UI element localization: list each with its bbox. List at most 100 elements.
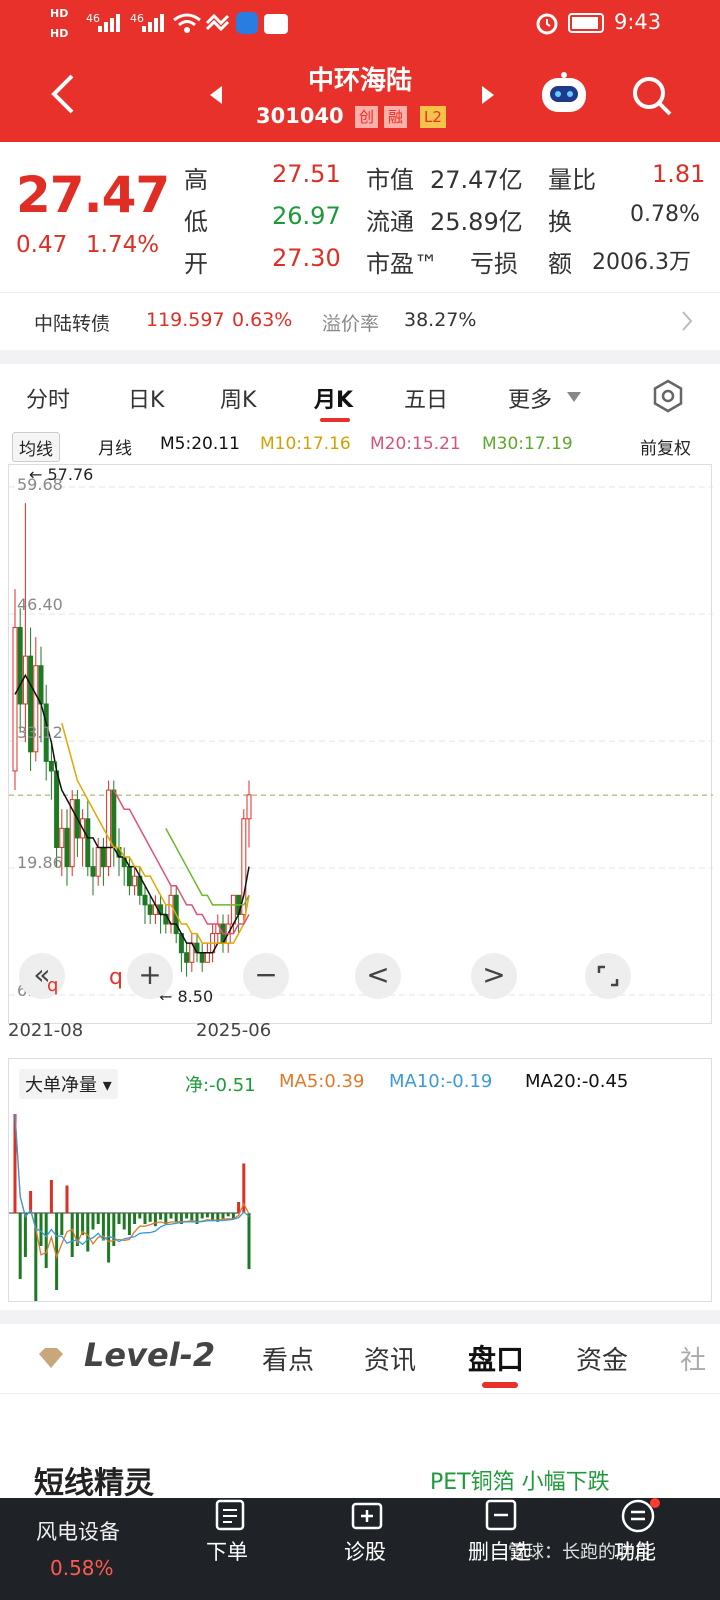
section-gap-2 [0,1310,720,1324]
ma-period: 月线 [98,439,132,459]
ma-m5: M5:20.11 [160,434,240,454]
active-tab-indicator [320,418,350,422]
candle-body [48,760,54,772]
stock-code: 301040 [256,104,344,128]
stock-name: 中环海陆 [307,66,412,96]
net-volume-bar [237,1202,241,1213]
remove-watchlist-icon [485,1499,517,1531]
bond-name: 中陆转债 [34,313,111,335]
nav-diagnose[interactable]: 诊股 [344,1536,386,1566]
pan-left-button[interactable]: < [355,953,401,999]
ma-legend-row: 均线 月线 M5:20.11 M10:17.16 M20:15.21 M30:1… [0,428,720,464]
sector-name[interactable]: 风电设备 [36,1516,120,1546]
candle-body [17,626,23,705]
badge-chuang: 创 [355,106,379,128]
level2-tab[interactable]: Level-2 [84,1336,215,1374]
pan-right-button[interactable]: > [471,953,517,999]
net-volume-bar [200,1213,204,1219]
net-volume-bar [91,1213,95,1230]
kline-chart[interactable]: 59.68 46.40 33.12 19.86 6.58 ← 57.76 ← 8… [8,464,713,1024]
net-volume-bar [148,1213,152,1222]
alarm-icon [536,13,558,35]
net-volume-bar [86,1213,90,1252]
premium-value: 38.27% [404,309,477,331]
search-icon[interactable] [630,74,674,118]
back-icon[interactable] [48,72,78,116]
net-volume-bar [190,1213,194,1221]
link-icon [205,13,230,32]
net-volume-bar [211,1213,215,1220]
net-volume-bar [23,1213,27,1257]
candle-body [12,626,18,772]
settings-hexagon-icon[interactable] [650,378,686,414]
prev-stock-icon[interactable] [206,84,226,106]
price-change: 0.47 [16,232,68,258]
amount-value: 2006.3万 [592,250,691,275]
float-value: 25.89亿 [430,208,523,236]
net-volume-bar [226,1213,230,1217]
wifi-icon [173,13,201,33]
tab-five-day[interactable]: 五日 [404,382,448,414]
next-stock-icon[interactable] [478,84,498,106]
indicator-panel: 大单净量 ▾ 净:-0.51 MA5:0.39 MA10:-0.19 MA20:… [8,1058,712,1302]
zoom-minus-button[interactable]: − [243,953,289,999]
candle-body [204,952,210,963]
candle-body [132,875,138,887]
net-volume-bar [60,1213,64,1235]
ma-type-selector[interactable]: 均线 [12,432,60,462]
candle-body [22,655,28,705]
tab-community[interactable]: 社 [680,1340,706,1377]
tab-daily-k[interactable]: 日K [128,382,164,414]
hd1-indicator: HD [50,7,69,20]
net-volume-bar [122,1213,126,1230]
low-value: 26.97 [272,202,341,230]
ma20-line [113,789,250,935]
net-volume-bar [96,1213,100,1224]
zoom-in-button[interactable]: + [127,953,173,999]
candle-body [54,770,60,848]
y-label-4: 19.86 [17,853,63,872]
ma-m20: M20:15.21 [370,434,461,454]
q-marker-2: q [109,965,123,990]
signal1-icon [98,14,120,32]
candle-body [199,952,205,963]
tab-highlights[interactable]: 看点 [262,1340,314,1377]
tab-weekly-k[interactable]: 周K [220,382,256,414]
chevron-right-icon [682,311,693,331]
sector-pct: 0.58% [50,1556,114,1580]
short-term-elf-item[interactable]: PET铜箔 小幅下跌 [430,1464,610,1496]
candle-body [106,789,112,868]
net-volume-bar [174,1213,178,1222]
short-term-elf-title[interactable]: 短线精灵 [34,1458,154,1502]
tab-fenshi[interactable]: 分时 [26,382,70,414]
chart-period-tabs: 分时 日K 周K 月K 五日 更多 [0,368,720,424]
app2-notification-icon [264,14,288,34]
fullscreen-button[interactable] [585,953,631,999]
adjust-mode[interactable]: 前复权 [640,434,691,459]
net-volume-bar [18,1213,22,1279]
badge-rong: 融 [384,106,408,128]
open-value: 27.30 [272,244,341,272]
convertible-bond-row[interactable]: 中陆转债 119.597 0.63% 溢价率 38.27% [0,292,720,348]
section-gap [0,350,720,364]
candle-body [85,818,91,868]
candle-body [230,894,236,925]
net-ma10-line [14,1113,250,1246]
y-label-2: 46.40 [17,595,63,614]
net-volume-bar [159,1213,163,1220]
robot-assistant-icon[interactable] [538,70,590,120]
tab-funds[interactable]: 资金 [576,1340,628,1377]
hd2-indicator: HD [50,27,69,40]
volratio-label: 量比 [548,166,596,194]
tab-order-book[interactable]: 盘口 [468,1338,524,1378]
tab-monthly-k[interactable]: 月K [314,382,353,414]
tab-more[interactable]: 更多 [508,382,552,414]
amount-label: 额 [548,250,572,278]
bond-pct: 0.63% [232,309,293,331]
nav-order[interactable]: 下单 [206,1536,248,1566]
order-icon [215,1499,245,1531]
candle-body [111,789,117,848]
status-bar: HD HD 46 46 9:43 [0,0,720,48]
tab-news[interactable]: 资讯 [364,1340,416,1377]
candle-body [142,894,148,906]
